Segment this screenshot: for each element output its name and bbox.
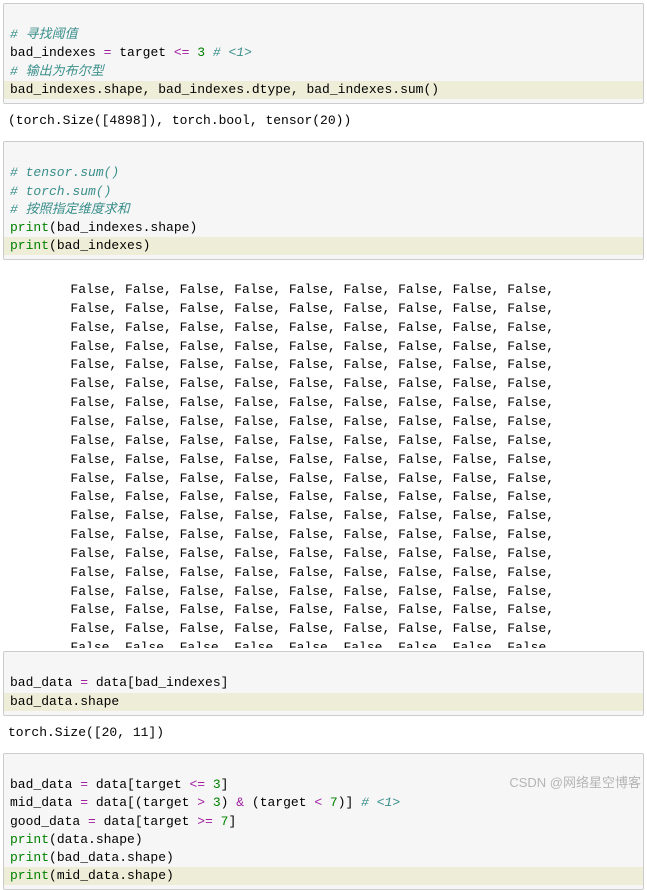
output-row: False, False, False, False, False, False… xyxy=(8,301,554,316)
code-line: print(bad_data.shape) xyxy=(10,850,174,865)
output-row: False, False, False, False, False, False… xyxy=(8,602,554,617)
output-row: False, False, False, False, False, False… xyxy=(8,339,554,354)
output-row: False, False, False, False, False, False… xyxy=(8,376,554,391)
code-line: bad_data.shape xyxy=(4,693,643,711)
cell-2-output[interactable]: False, False, False, False, False, False… xyxy=(0,260,647,648)
output-row: False, False, False, False, False, False… xyxy=(8,414,554,429)
output-row: False, False, False, False, False, False… xyxy=(8,546,554,561)
output-row: False, False, False, False, False, False… xyxy=(8,320,554,335)
comment: # 寻找阈值 xyxy=(10,27,78,42)
code-line: bad_data = data[target <= 3] xyxy=(10,777,228,792)
comment: # 输出为布尔型 xyxy=(10,64,104,79)
comment: # torch.sum() xyxy=(10,184,111,199)
output-row: False, False, False, False, False, False… xyxy=(8,433,554,448)
code-line: good_data = data[target >= 7] xyxy=(10,814,236,829)
cell-1-output: (torch.Size([4898]), torch.bool, tensor(… xyxy=(0,104,647,138)
code-cell-3[interactable]: bad_data = data[bad_indexes] bad_data.sh… xyxy=(3,651,644,716)
output-row: False, False, False, False, False, False… xyxy=(8,508,554,523)
code-line: bad_data = data[bad_indexes] xyxy=(10,675,228,690)
output-row: False, False, False, False, False, False… xyxy=(8,471,554,486)
output-row: False, False, False, False, False, False… xyxy=(8,452,554,467)
output-row: False, False, False, False, False, False… xyxy=(8,357,554,372)
output-row: False, False, False, False, False, False… xyxy=(8,584,554,599)
code-line: mid_data = data[(target > 3) & (target <… xyxy=(10,795,400,810)
code-line: print(bad_indexes.shape) xyxy=(10,220,197,235)
code-line: print(bad_indexes) xyxy=(4,237,643,255)
comment: # tensor.sum() xyxy=(10,165,119,180)
output-row: False, False, False, False, False, False… xyxy=(8,395,554,410)
watermark: CSDN @网络星空博客 xyxy=(509,774,641,792)
code-line: print(data.shape) xyxy=(10,832,143,847)
output-row: False, False, False, False, False, False… xyxy=(8,282,554,297)
code-cell-1[interactable]: # 寻找阈值 bad_indexes = target <= 3 # <1> #… xyxy=(3,3,644,104)
output-row: False, False, False, False, False, False… xyxy=(8,565,554,580)
output-row: False, False, False, False, False, False… xyxy=(8,489,554,504)
output-row: False, False, False, False, False, False… xyxy=(8,527,554,542)
code-cell-2[interactable]: # tensor.sum() # torch.sum() # 按照指定维度求和 … xyxy=(3,141,644,260)
cell-3-output: torch.Size([20, 11]) xyxy=(0,716,647,750)
code-line: bad_indexes = target <= 3 # <1> xyxy=(10,45,252,60)
output-row: False, False, False, False, False, False… xyxy=(8,640,554,648)
code-line: print(mid_data.shape) xyxy=(4,867,643,885)
output-row: False, False, False, False, False, False… xyxy=(8,621,554,636)
comment: # 按照指定维度求和 xyxy=(10,202,130,217)
code-line: bad_indexes.shape, bad_indexes.dtype, ba… xyxy=(4,81,643,99)
